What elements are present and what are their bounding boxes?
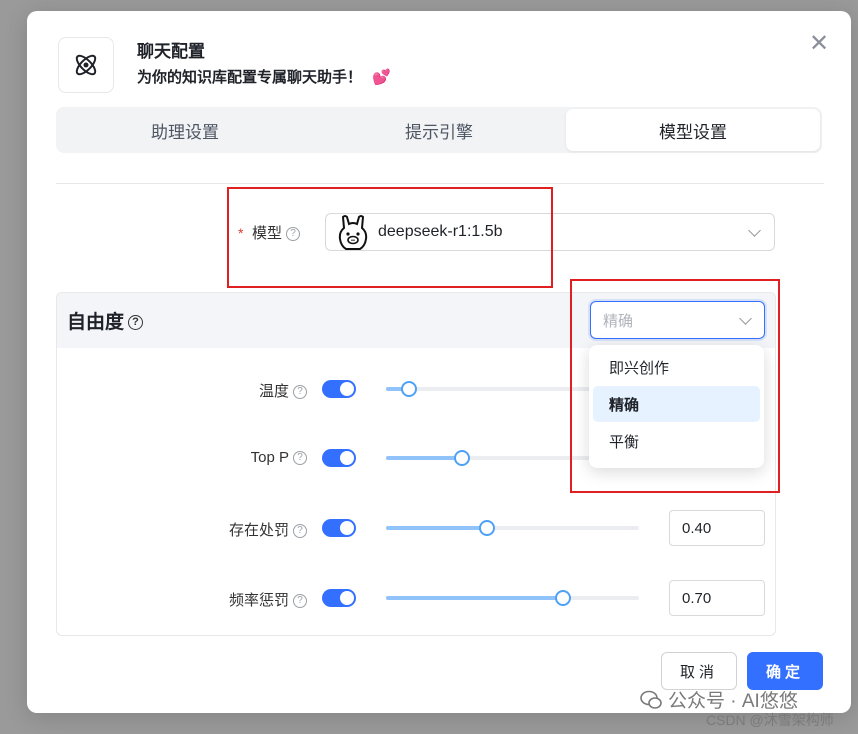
model-label: 模型? (252, 222, 301, 243)
param-label-text: 温度 (258, 383, 289, 400)
freedom-select[interactable]: 精确 (590, 301, 765, 339)
dropdown-option-precise[interactable]: 精确 (593, 386, 760, 422)
help-icon[interactable]: ? (293, 451, 307, 466)
model-field-row: * 模型? deepseek-r1:1.5b (27, 213, 851, 251)
dialog-title: 聊天配置 (137, 42, 205, 61)
param-label-text: Top P (250, 449, 289, 466)
param-toggle[interactable] (322, 519, 356, 537)
param-value-input[interactable]: 0.70 (669, 580, 765, 616)
model-select[interactable]: deepseek-r1:1.5b (325, 213, 775, 251)
slider-fill (386, 456, 462, 460)
watermark-line1: 公众号 · AI悠悠 (668, 691, 798, 712)
ok-button[interactable]: 确定 (747, 652, 823, 690)
wechat-icon (640, 690, 662, 709)
slider-thumb[interactable] (555, 590, 572, 606)
param-label: 存在处罚? (229, 519, 307, 540)
watermark-csdn: CSDN @沐雪架构师 (706, 712, 834, 728)
help-icon[interactable]: ? (293, 594, 307, 609)
heart-icon: 💕 (372, 69, 391, 86)
chevron-down-icon (739, 312, 752, 325)
param-value-input[interactable]: 0.40 (669, 510, 765, 546)
required-mark: * (238, 225, 244, 241)
dropdown-option-improvise[interactable]: 即兴创作 (593, 349, 760, 385)
dialog-subtitle-text: 为你的知识库配置专属聊天助手！ (137, 69, 363, 86)
tab-assistant-settings[interactable]: 助理设置 (58, 109, 312, 151)
divider (56, 183, 824, 184)
param-toggle[interactable] (322, 589, 356, 607)
freedom-header: 自由度? 精确 (57, 293, 775, 348)
slider-thumb[interactable] (479, 520, 496, 536)
param-row-presence-penalty: 存在处罚? 0.40 (57, 510, 775, 546)
param-slider[interactable] (386, 590, 639, 606)
tab-model-settings[interactable]: 模型设置 (566, 109, 820, 151)
param-label: 频率惩罚? (229, 589, 307, 610)
dialog-subtitle: 为你的知识库配置专属聊天助手！ 💕 (137, 66, 391, 87)
slider-fill (386, 596, 564, 600)
param-slider[interactable] (386, 520, 639, 536)
help-icon[interactable]: ? (293, 524, 307, 539)
param-label: 温度? (259, 380, 307, 401)
tab-prompt-engine[interactable]: 提示引擎 (312, 109, 566, 151)
freedom-title-text: 自由度 (67, 312, 125, 333)
param-row-frequency-penalty: 频率惩罚? 0.70 (57, 580, 775, 616)
dropdown-option-balanced[interactable]: 平衡 (593, 423, 760, 459)
slider-fill (386, 526, 488, 530)
app-icon-container (58, 37, 114, 93)
param-label-text: 频率惩罚 (228, 592, 289, 609)
param-label: Top P? (251, 449, 307, 466)
model-select-value: deepseek-r1:1.5b (378, 223, 503, 240)
cancel-button[interactable]: 取消 (661, 652, 737, 690)
slider-thumb[interactable] (453, 450, 470, 466)
help-icon[interactable]: ? (293, 385, 307, 400)
param-label-text: 存在处罚 (228, 522, 289, 539)
help-icon[interactable]: ? (128, 315, 144, 331)
watermark-wechat: 公众号 · AI悠悠 (640, 686, 798, 713)
freedom-title: 自由度? (67, 307, 144, 334)
ollama-llama-icon (338, 215, 368, 250)
chevron-down-icon (748, 224, 761, 237)
atom-icon (75, 54, 97, 76)
param-toggle[interactable] (322, 449, 356, 467)
param-toggle[interactable] (322, 380, 356, 398)
model-label-text: 模型 (252, 225, 283, 242)
help-icon[interactable]: ? (286, 227, 301, 242)
close-icon[interactable]: ✕ (808, 32, 830, 56)
slider-thumb[interactable] (400, 381, 417, 397)
freedom-select-value: 精确 (603, 312, 634, 330)
freedom-dropdown-menu: 即兴创作 精确 平衡 (589, 345, 764, 468)
settings-tabs: 助理设置 提示引擎 模型设置 (56, 107, 822, 153)
